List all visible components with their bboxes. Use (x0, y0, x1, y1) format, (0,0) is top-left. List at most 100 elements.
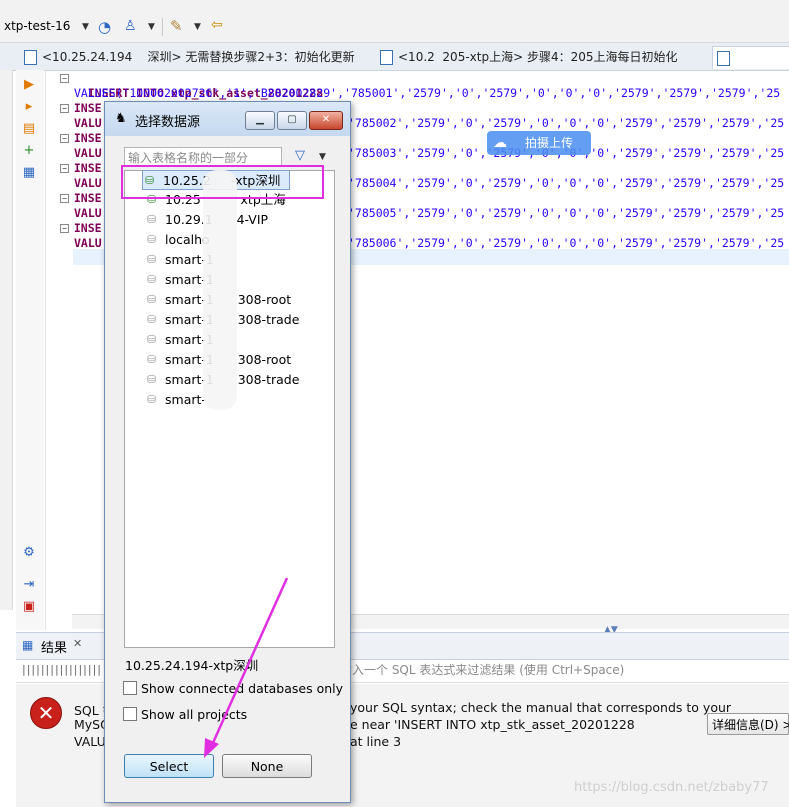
tab-suffix: 深圳> 无需替换步骤2+3：初始化更新 (147, 50, 355, 64)
select-button[interactable]: Select (124, 754, 214, 778)
error-text-line: e near 'INSERT INTO xtp_stk_asset_202012… (350, 717, 635, 732)
sql-insert-line[interactable]: − INSERT INTO xtp_stk_asset_20201228 (60, 71, 323, 100)
tab-shanghai-init[interactable]: <10.2 205-xtp上海> 步骤4：205上海每日初始化 (376, 46, 678, 68)
explain-plan-icon[interactable]: ▦ (22, 166, 36, 180)
tab-results[interactable]: 结果 (41, 637, 67, 656)
sql-text: INSE (73, 161, 102, 175)
connection-dropdown-icon[interactable]: ▼ (82, 22, 89, 32)
annotation-highlight-box (121, 165, 324, 199)
database-icon: ⛁ (147, 313, 157, 326)
left-collapsed-panel (0, 70, 13, 610)
sql-text: '785004' (348, 176, 404, 190)
settings-icon[interactable]: ⚙ (22, 546, 36, 560)
filter-icon[interactable]: ▽ (295, 148, 305, 163)
upload-badge[interactable]: ☁ 拍摄上传 (487, 131, 591, 155)
tab-shenzhen-init[interactable]: <10.25.24.194 深圳> 无需替换步骤2+3：初始化更新 (20, 46, 355, 68)
tab-blur (132, 50, 147, 64)
transaction-icon[interactable]: ♙ (124, 18, 137, 34)
badge-label: 拍摄上传 (525, 136, 574, 150)
sql-text: ,'2579','0','2579','0','0','0','2579','2… (403, 116, 785, 130)
result-filter-input[interactable]: 输入一个 SQL 表达式来过滤结果 (使用 Ctrl+Space) (340, 660, 789, 680)
sql-values-line[interactable]: VALU (74, 176, 102, 191)
fold-icon[interactable]: − (60, 194, 69, 203)
database-icon: ⛁ (147, 333, 157, 346)
minimize-button[interactable]: ▁ (245, 111, 275, 130)
sql-values-tail: '785002','2579','0','2579','0','0','0','… (348, 116, 784, 131)
database-icon: ⛁ (147, 213, 157, 226)
cloud-icon: ☁ (493, 135, 507, 151)
new-script-icon[interactable]: + (22, 144, 36, 158)
sql-text: ,'2579','0','2579','0','0','0','2579','2… (403, 206, 785, 220)
sql-text: '785006' (348, 236, 404, 250)
details-button[interactable]: 详细信息(D) > (707, 713, 789, 735)
sql-values-line[interactable]: VALU (74, 206, 102, 221)
main-toolbar: xtp-test-16 ▼ ◔ ♙ ▼ ✎ ▼ ⇦ (0, 0, 789, 43)
list-item[interactable]: ⛁ smart- (147, 390, 206, 410)
dialog-title: 选择数据源 (135, 115, 201, 130)
transaction-dropdown-icon[interactable]: ▼ (148, 22, 155, 32)
execute-script-icon[interactable]: ▤ (22, 122, 36, 136)
fold-icon[interactable]: − (60, 224, 69, 233)
sql-text: VALU (74, 236, 102, 250)
error-log-icon[interactable]: ▣ (22, 600, 36, 614)
database-icon: ⛁ (147, 293, 157, 306)
checkbox-icon[interactable] (123, 681, 137, 695)
checkbox-label: Show connected databases only (141, 681, 344, 696)
dashboard-icon[interactable]: ◔ (98, 18, 111, 36)
export-icon[interactable]: ⇥ (22, 578, 36, 592)
sql-insert-line[interactable]: − INSE (60, 221, 102, 236)
tab-label: <10.25.24.194 (42, 50, 133, 64)
back-icon[interactable]: ⇦ (211, 17, 223, 33)
fold-icon[interactable]: − (60, 164, 69, 173)
sql-text: VALU (74, 206, 102, 220)
tab-label: <10.2 (398, 50, 435, 64)
sql-values-tail: '785004','2579','0','2579','0','0','0','… (348, 176, 784, 191)
redaction-blur (203, 170, 237, 410)
sql-text: ,'2579','0','2579','0','0','0','2579','2… (403, 236, 785, 250)
datasource-search-input[interactable]: 输入表格名称的一部分 (124, 147, 282, 167)
dbeaver-icon: ♞ (115, 111, 127, 126)
selected-datasource-label: 10.25.24.194-xtp深圳 (125, 658, 259, 673)
sql-text: '785003' (348, 146, 404, 160)
sql-insert-line[interactable]: − INSE (60, 131, 102, 146)
sql-text: VALUES('100062002726','1','B882002829','… (74, 86, 781, 100)
checkbox-icon[interactable] (123, 707, 137, 721)
execute-statement-icon[interactable]: ▸ (22, 100, 36, 114)
sql-text: '785002' (348, 116, 404, 130)
sql-values-line[interactable]: VALU (74, 236, 102, 251)
close-button[interactable]: ✕ (309, 111, 343, 130)
sql-text: INSE (73, 221, 102, 235)
database-icon: ⛁ (147, 233, 157, 246)
sql-values-line[interactable]: VALU (74, 116, 102, 131)
database-icon: ⛁ (147, 393, 157, 406)
fold-icon[interactable]: − (60, 134, 69, 143)
none-button[interactable]: None (222, 754, 312, 778)
sql-text: INSE (73, 191, 102, 205)
watermark: https://blog.csdn.net/zbaby77 (574, 780, 769, 795)
close-icon[interactable]: ✕ (73, 637, 82, 650)
fold-icon[interactable]: − (60, 74, 69, 83)
sql-insert-line[interactable]: − INSE (60, 101, 102, 116)
active-connection-combo[interactable]: xtp-test-16 (4, 19, 70, 33)
filter-dropdown-icon[interactable]: ▼ (319, 152, 326, 162)
sql-values-line[interactable]: VALU (74, 146, 102, 161)
filter-ruler-icon: ||||||||||||||||| (22, 663, 103, 676)
tab-current[interactable] (712, 46, 789, 69)
sql-insert-line[interactable]: − INSE (60, 191, 102, 206)
sql-values-line[interactable]: VALUES('100062002726','1','B882002829','… (74, 86, 780, 101)
sql-insert-line[interactable]: − INSE (60, 161, 102, 176)
dialog-titlebar[interactable]: ♞ 选择数据源 ▁ ▢ ✕ (105, 102, 350, 136)
error-text-line: your SQL syntax; check the manual that c… (350, 700, 732, 715)
show-connected-checkbox[interactable]: Show connected databases only (123, 681, 343, 696)
show-all-projects-checkbox[interactable]: Show all projects (123, 707, 247, 722)
fold-icon[interactable]: − (60, 104, 69, 113)
editor-tabs: <10.25.24.194 深圳> 无需替换步骤2+3：初始化更新 <10.2 … (0, 43, 789, 71)
execute-icon[interactable]: ▶ (22, 78, 36, 92)
sql-text: VALU (74, 116, 102, 130)
list-item-label: smart- (165, 392, 206, 407)
editor-ruler (45, 70, 46, 630)
wand-icon[interactable]: ✎ (170, 17, 183, 35)
sql-values-tail: '785005','2579','0','2579','0','0','0','… (348, 206, 784, 221)
wand-dropdown-icon[interactable]: ▼ (194, 22, 201, 32)
maximize-button[interactable]: ▢ (277, 111, 307, 130)
